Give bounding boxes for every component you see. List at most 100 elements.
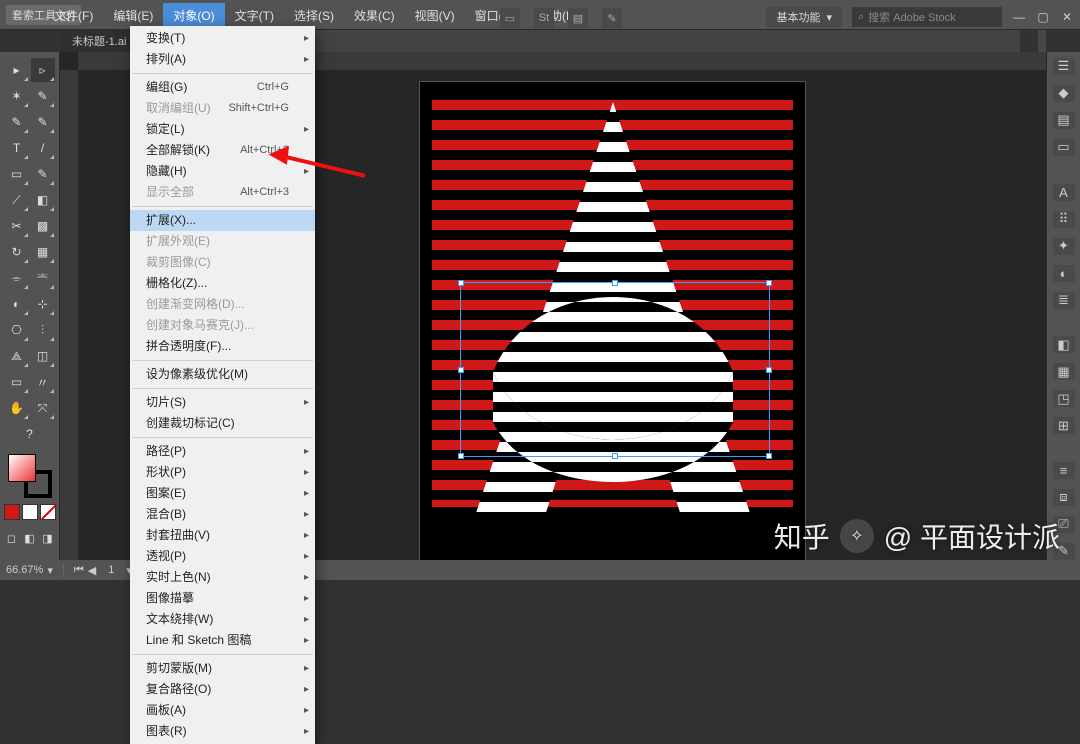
menu-item[interactable]: 对象(O)	[163, 3, 224, 28]
menu-item[interactable]: 文字(T)	[225, 3, 284, 28]
window-maximize[interactable]: ▢	[1036, 10, 1050, 24]
artboard[interactable]	[420, 82, 805, 560]
panel-icon[interactable]: ▦	[1053, 363, 1075, 380]
panel-icon[interactable]: ✦	[1053, 238, 1075, 255]
menu-entry[interactable]: 复合路径(O)	[130, 679, 315, 700]
selection-handle[interactable]	[766, 453, 772, 459]
draw-mode-button[interactable]: ◻	[4, 530, 20, 546]
tool-button[interactable]: T	[5, 136, 29, 160]
nav-prev-icon[interactable]: ◀	[88, 564, 96, 577]
color-mode-swatch[interactable]	[40, 504, 56, 520]
object-menu-dropdown[interactable]: 变换(T)排列(A)编组(G)Ctrl+G取消编组(U)Shift+Ctrl+G…	[130, 26, 315, 744]
menu-entry[interactable]: 切片(S)	[130, 392, 315, 413]
tool-button[interactable]: ✎	[31, 84, 55, 108]
selection-handle[interactable]	[612, 453, 618, 459]
color-mode-swatch[interactable]	[22, 504, 38, 520]
selection-handle[interactable]	[766, 280, 772, 286]
tool-button[interactable]: ▸	[5, 58, 29, 82]
tool-button[interactable]: ▦	[31, 240, 55, 264]
menu-entry[interactable]: 扩展(X)...	[130, 210, 315, 231]
color-mode-swatch[interactable]	[4, 504, 20, 520]
tool-button[interactable]: ◧	[31, 188, 55, 212]
panel-icon[interactable]: ▤	[1053, 112, 1075, 129]
stock-search[interactable]: ⌕ 搜索 Adobe Stock	[852, 7, 1002, 27]
menu-item[interactable]: 效果(C)	[344, 3, 405, 28]
menu-entry[interactable]: 实时上色(N)	[130, 567, 315, 588]
menu-entry[interactable]: 封套扭曲(V)	[130, 525, 315, 546]
menu-item[interactable]: 文件(F)	[44, 3, 103, 28]
menu-entry[interactable]: 变换(T)	[130, 28, 315, 49]
menu-entry[interactable]: Line 和 Sketch 图稿	[130, 630, 315, 651]
window-minimize[interactable]: —	[1012, 10, 1026, 24]
tool-button[interactable]: ✂	[5, 214, 29, 238]
tool-button[interactable]: ✎	[5, 110, 29, 134]
draw-mode-button[interactable]: ◧	[22, 530, 38, 546]
menubar-icon[interactable]: ▭	[500, 8, 520, 28]
fill-stroke-control[interactable]	[8, 454, 52, 498]
window-close[interactable]: ✕	[1060, 10, 1074, 24]
menubar-icon[interactable]: ▤	[568, 8, 588, 28]
menu-entry[interactable]: 图案(E)	[130, 483, 315, 504]
menu-item[interactable]: 视图(V)	[405, 3, 465, 28]
panel-icon[interactable]: ⊞	[1053, 417, 1075, 434]
selection-handle[interactable]	[458, 367, 464, 373]
tool-button[interactable]: ▭	[5, 370, 29, 394]
panel-icon[interactable]: ◧	[1053, 336, 1075, 353]
panel-icon[interactable]: A	[1053, 184, 1075, 201]
menu-item[interactable]: 选择(S)	[284, 3, 344, 28]
menu-entry[interactable]: 混合(B)	[130, 504, 315, 525]
menu-item[interactable]: 编辑(E)	[103, 3, 163, 28]
draw-mode-button[interactable]: ◨	[40, 530, 56, 546]
tool-button[interactable]: ✋	[5, 396, 29, 420]
menu-entry[interactable]: 图像描摹	[130, 588, 315, 609]
panel-icon[interactable]: ◐	[1053, 265, 1075, 282]
help-tool-icon[interactable]: ?	[18, 422, 42, 446]
menubar-icon[interactable]: St	[534, 8, 554, 28]
menu-entry[interactable]: 创建裁切标记(C)	[130, 413, 315, 434]
menu-entry[interactable]: 形状(P)	[130, 462, 315, 483]
tool-button[interactable]: ⌯	[5, 266, 29, 290]
panel-icon[interactable]: ⧈	[1053, 489, 1075, 506]
menu-entry[interactable]: 设为像素级优化(M)	[130, 364, 315, 385]
panel-icon[interactable]: ◆	[1053, 85, 1075, 102]
selection-handle[interactable]	[458, 453, 464, 459]
selection-handle[interactable]	[612, 280, 618, 286]
menu-entry[interactable]: 栅格化(Z)...	[130, 273, 315, 294]
workspace-switcher[interactable]: 基本功能 ▾	[766, 7, 842, 27]
tool-button[interactable]: ⫶	[31, 318, 55, 342]
menu-entry[interactable]: 画板(A)	[130, 700, 315, 721]
panel-icon[interactable]: ≣	[1053, 292, 1075, 309]
tool-button[interactable]: ✶	[5, 84, 29, 108]
tool-button[interactable]: ⎔	[5, 318, 29, 342]
panel-collapse-right[interactable]	[1038, 30, 1046, 52]
menu-entry[interactable]: 剪切蒙版(M)	[130, 658, 315, 679]
menu-entry[interactable]: 透视(P)	[130, 546, 315, 567]
menu-entry[interactable]: 拼合透明度(F)...	[130, 336, 315, 357]
tool-button[interactable]: ⤧	[31, 396, 55, 420]
menu-entry[interactable]: 锁定(L)	[130, 119, 315, 140]
panel-icon[interactable]: ☰	[1053, 58, 1075, 75]
selection-handle[interactable]	[458, 280, 464, 286]
menu-entry[interactable]: 文本绕排(W)	[130, 609, 315, 630]
tool-button[interactable]: ⟁	[5, 344, 29, 368]
panel-icon[interactable]: ◳	[1053, 390, 1075, 407]
panel-icon[interactable]: ⠿	[1053, 211, 1075, 228]
tool-button[interactable]: ▭	[5, 162, 29, 186]
tool-button[interactable]: /	[31, 136, 55, 160]
menu-entry[interactable]: 图表(R)	[130, 721, 315, 742]
tool-button[interactable]: ▩	[31, 214, 55, 238]
tool-button[interactable]: ⊹	[31, 292, 55, 316]
tool-button[interactable]: 〃	[31, 370, 55, 394]
panel-icon[interactable]: ≡	[1053, 462, 1075, 479]
nav-first-icon[interactable]: ⏮	[74, 564, 84, 577]
panel-icon[interactable]: ▭	[1053, 139, 1075, 156]
selection-handle[interactable]	[766, 367, 772, 373]
menu-entry[interactable]: 路径(P)	[130, 441, 315, 462]
zoom-field[interactable]: 66.67% ▾	[6, 564, 53, 577]
menu-entry[interactable]: 编组(G)Ctrl+G	[130, 77, 315, 98]
menubar-icon[interactable]: ✎	[602, 8, 622, 28]
tool-button[interactable]: ◐	[5, 292, 29, 316]
tool-button[interactable]: ▹	[31, 58, 55, 82]
tool-button[interactable]: ↻	[5, 240, 29, 264]
fill-swatch[interactable]	[8, 454, 36, 482]
